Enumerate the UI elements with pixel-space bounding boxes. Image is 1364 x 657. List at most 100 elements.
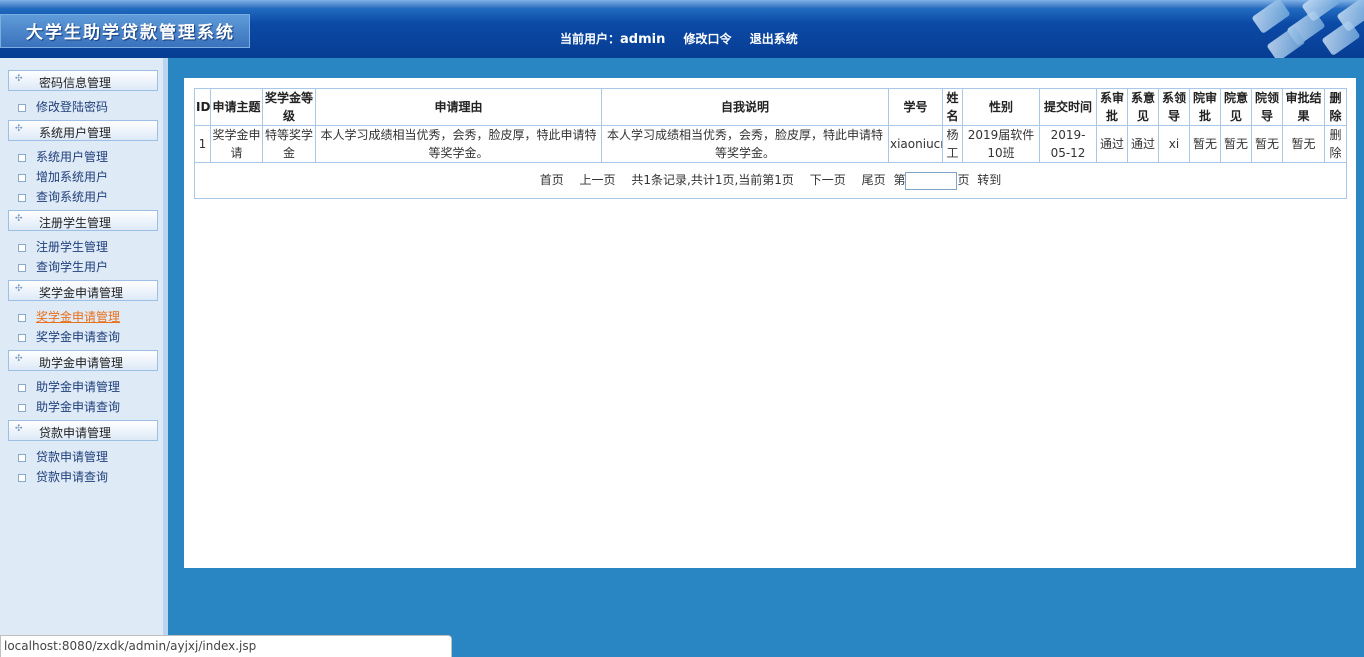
expand-icon: ✣ [15, 74, 23, 84]
expand-icon: ✣ [15, 424, 23, 434]
sidebar-item-system-user-manage[interactable]: 系统用户管理 [18, 148, 108, 164]
delete-link[interactable]: 删除 [1324, 125, 1347, 163]
col-header-reason: 申请理由 [315, 88, 602, 126]
scholarship-table: ID 申请主题 奖学金等级 申请理由 自我说明 学号 姓名 性别 提交时间 系审… [194, 88, 1347, 199]
bullet-icon [18, 403, 26, 412]
col-header-college-opinion: 院意见 [1220, 88, 1252, 126]
sidebar-item-loan-manage[interactable]: 贷款申请管理 [18, 448, 108, 464]
sidebar-item-add-system-user[interactable]: 增加系统用户 [18, 168, 108, 184]
sidebar-item-loan-query[interactable]: 贷款申请查询 [18, 468, 108, 484]
bullet-icon [18, 153, 26, 162]
page-suffix: 页 [957, 173, 970, 188]
col-header-level: 奖学金等级 [262, 88, 316, 126]
col-header-dept-leader: 系领导 [1158, 88, 1190, 126]
sidebar-section-system-users[interactable]: ✣ 系统用户管理 [8, 120, 158, 141]
col-header-result: 审批结果 [1282, 88, 1325, 126]
col-header-college-leader: 院领导 [1251, 88, 1283, 126]
page-number-input[interactable] [905, 171, 958, 190]
sidebar-section-label: 系统用户管理 [39, 126, 112, 140]
cell-submit-time: 2019-05-12 [1039, 125, 1097, 163]
sidebar-section-label: 助学金申请管理 [39, 356, 124, 370]
col-header-college-approval: 院审批 [1189, 88, 1221, 126]
sidebar-section-label: 密码信息管理 [39, 76, 112, 90]
col-header-self-desc: 自我说明 [601, 88, 889, 126]
cell-level: 特等奖学金 [262, 125, 316, 163]
col-header-name: 姓名 [942, 88, 963, 126]
page-prefix: 第 [893, 173, 906, 188]
cell-dept-leader: xi [1158, 125, 1190, 163]
logout-link[interactable]: 退出系统 [750, 32, 798, 46]
col-header-id: ID [194, 88, 211, 126]
expand-icon: ✣ [15, 124, 23, 134]
top-header: 大学生助学贷款管理系统 当前用户：admin 修改口令 退出系统 [0, 0, 1364, 58]
go-button[interactable]: 转到 [977, 173, 1001, 187]
table-row: 1 奖学金申请 特等奖学金 本人学习成绩相当优秀，会秀，脸皮厚，特此申请特等奖学… [194, 125, 1347, 163]
sidebar-section-label: 奖学金申请管理 [39, 286, 124, 300]
current-user-label: 当前用户： [560, 32, 621, 46]
cell-reason: 本人学习成绩相当优秀，会秀，脸皮厚，特此申请特等奖学金。 [315, 125, 602, 163]
col-header-student-id: 学号 [888, 88, 943, 126]
cell-college-opinion: 暂无 [1220, 125, 1252, 163]
current-user: admin [620, 32, 666, 47]
expand-icon: ✣ [15, 354, 23, 364]
expand-icon: ✣ [15, 284, 23, 294]
main-content: ID 申请主题 奖学金等级 申请理由 自我说明 学号 姓名 性别 提交时间 系审… [184, 78, 1356, 568]
cell-gender: 2019届软件10班 [962, 125, 1040, 163]
cell-dept-approval: 通过 [1096, 125, 1128, 163]
bullet-icon [18, 313, 26, 322]
sidebar-section-label: 贷款申请管理 [39, 426, 112, 440]
sidebar-section-scholarship[interactable]: ✣ 奖学金申请管理 [8, 280, 158, 301]
sidebar-item-student-manage[interactable]: 注册学生管理 [18, 238, 108, 254]
sidebar-section-label: 注册学生管理 [39, 216, 112, 230]
pager: 首页 上一页 共1条记录,共计1页,当前第1页 下一页 尾页 第 页 转到 [194, 162, 1347, 199]
sidebar-section-students[interactable]: ✣ 注册学生管理 [8, 210, 158, 231]
sidebar-section-loan[interactable]: ✣ 贷款申请管理 [8, 420, 158, 441]
sidebar: ✣ 密码信息管理 修改登陆密码 ✣ 系统用户管理 系统用户管理 增加系统用户 查… [0, 58, 168, 657]
cell-subject: 奖学金申请 [210, 125, 263, 163]
col-header-submit-time: 提交时间 [1039, 88, 1097, 126]
first-page-link[interactable]: 首页 [540, 173, 564, 187]
sidebar-item-scholarship-query[interactable]: 奖学金申请查询 [18, 328, 120, 344]
browser-status-bar: localhost:8080/zxdk/admin/ayjxj/index.js… [0, 635, 452, 657]
sidebar-item-grant-manage[interactable]: 助学金申请管理 [18, 378, 120, 394]
table-header-row: ID 申请主题 奖学金等级 申请理由 自我说明 学号 姓名 性别 提交时间 系审… [194, 88, 1347, 126]
cell-college-leader: 暂无 [1251, 125, 1283, 163]
bullet-icon [18, 333, 26, 342]
keyboard-decoration [1104, 0, 1364, 58]
next-page-link[interactable]: 下一页 [810, 173, 846, 187]
bullet-icon [18, 383, 26, 392]
sidebar-item-grant-query[interactable]: 助学金申请查询 [18, 398, 120, 414]
cell-self-desc: 本人学习成绩相当优秀，会秀，脸皮厚，特此申请特等奖学金。 [601, 125, 889, 163]
bullet-icon [18, 453, 26, 462]
bullet-icon [18, 473, 26, 482]
cell-name: 杨工 [942, 125, 963, 163]
sidebar-section-grant[interactable]: ✣ 助学金申请管理 [8, 350, 158, 371]
col-header-dept-approval: 系审批 [1096, 88, 1128, 126]
change-password-link[interactable]: 修改口令 [684, 32, 732, 46]
bullet-icon [18, 173, 26, 182]
sidebar-item-change-login-password[interactable]: 修改登陆密码 [18, 98, 108, 114]
col-header-delete: 删除 [1324, 88, 1347, 126]
bullet-icon [18, 243, 26, 252]
bullet-icon [18, 193, 26, 202]
prev-page-link[interactable]: 上一页 [580, 173, 616, 187]
bullet-icon [18, 103, 26, 112]
expand-icon: ✣ [15, 214, 23, 224]
sidebar-item-query-system-user[interactable]: 查询系统用户 [18, 188, 108, 204]
app-title: 大学生助学贷款管理系统 [26, 23, 235, 43]
sidebar-item-query-student[interactable]: 查询学生用户 [18, 258, 108, 274]
cell-college-approval: 暂无 [1189, 125, 1221, 163]
top-nav: 当前用户：admin 修改口令 退出系统 [560, 30, 812, 47]
sidebar-section-password[interactable]: ✣ 密码信息管理 [8, 70, 158, 91]
cell-dept-opinion: 通过 [1127, 125, 1159, 163]
pager-row: 首页 上一页 共1条记录,共计1页,当前第1页 下一页 尾页 第 页 转到 [194, 162, 1347, 199]
bullet-icon [18, 263, 26, 272]
pager-summary: 共1条记录,共计1页,当前第1页 [631, 173, 794, 188]
col-header-dept-opinion: 系意见 [1127, 88, 1159, 126]
col-header-gender: 性别 [962, 88, 1040, 126]
sidebar-item-scholarship-manage[interactable]: 奖学金申请管理 [18, 308, 120, 324]
cell-student-id: xiaoniucr [888, 125, 943, 163]
cell-result: 暂无 [1282, 125, 1325, 163]
cell-id: 1 [194, 125, 211, 163]
last-page-link[interactable]: 尾页 [862, 173, 886, 187]
